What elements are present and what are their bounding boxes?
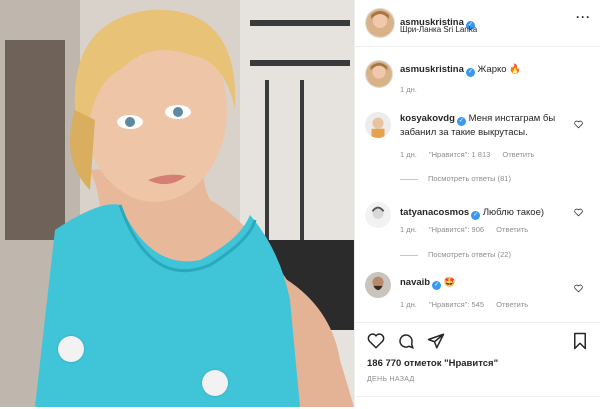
view-replies-button[interactable]: Посмотреть ответы (81) [400,174,511,183]
heart-icon[interactable] [574,284,583,293]
selfie-image [0,0,354,407]
view-replies-label: Посмотреть ответы (81) [428,174,511,183]
verified-icon: ✓ [471,211,481,220]
commenter-avatar[interactable] [365,272,391,298]
verified-icon: ✓ [456,117,466,126]
commenter-avatar[interactable] [365,202,391,228]
comment-likes[interactable]: "Нравится": 906 [429,225,484,234]
caption-text: Жарко [477,64,507,75]
caption-time: 1 дн. [400,85,417,94]
post-timestamp: ДЕНЬ НАЗАД [367,376,415,383]
comment-likes[interactable]: "Нравится": 1 813 [429,150,490,159]
comment-time: 1 дн. [400,300,417,309]
post-actions: 186 770 отметок "Нравится" ДЕНЬ НАЗАД [355,322,600,408]
commenter-username[interactable]: tatyanacosmos [400,207,469,218]
verified-icon: ✓ [465,68,475,77]
verified-icon: ✓ [432,281,442,290]
comment-icon[interactable] [397,332,415,350]
censor-dot-right [202,370,228,396]
comment-likes[interactable]: "Нравится": 545 [429,300,484,309]
reply-button[interactable]: Ответить [502,150,534,159]
comment-time: 1 дн. [400,150,417,159]
commenter-username[interactable]: navaib [400,277,430,288]
heart-icon[interactable] [574,208,583,217]
view-replies-label: Посмотреть ответы (22) [428,250,511,259]
more-options-icon[interactable]: ··· [576,10,591,24]
censor-dot-left [58,336,84,362]
commenter-avatar[interactable] [365,112,391,138]
author-avatar[interactable] [365,8,395,38]
fire-emoji: 🔥 [509,64,522,75]
heart-icon[interactable] [574,120,583,129]
post-panel: asmuskristina ✓ Шри-Ланка Sri Lanka ··· a… [354,0,600,407]
comment-text: 🤩 [443,277,456,288]
reply-button[interactable]: Ответить [496,300,528,309]
view-replies-button[interactable]: Посмотреть ответы (22) [400,250,511,259]
add-comment-area[interactable] [355,396,600,409]
paper-plane-icon[interactable] [427,332,445,350]
post-location[interactable]: Шри-Ланка Sri Lanka [400,25,477,34]
post-photo[interactable] [0,0,354,407]
comment-text: Люблю такое) [482,207,545,218]
replies-divider [400,254,418,256]
likes-count[interactable]: 186 770 отметок "Нравится" [367,358,498,369]
commenter-username[interactable]: kosyakovdg [400,113,455,124]
post-header: asmuskristina ✓ Шри-Ланка Sri Lanka ··· [355,0,600,47]
caption-avatar[interactable] [365,60,393,88]
heart-icon[interactable] [367,332,385,350]
bookmark-icon[interactable] [571,332,589,350]
comment-time: 1 дн. [400,225,417,234]
caption-username[interactable]: asmuskristina [400,64,464,75]
reply-button[interactable]: Ответить [496,225,528,234]
replies-divider [400,178,418,180]
